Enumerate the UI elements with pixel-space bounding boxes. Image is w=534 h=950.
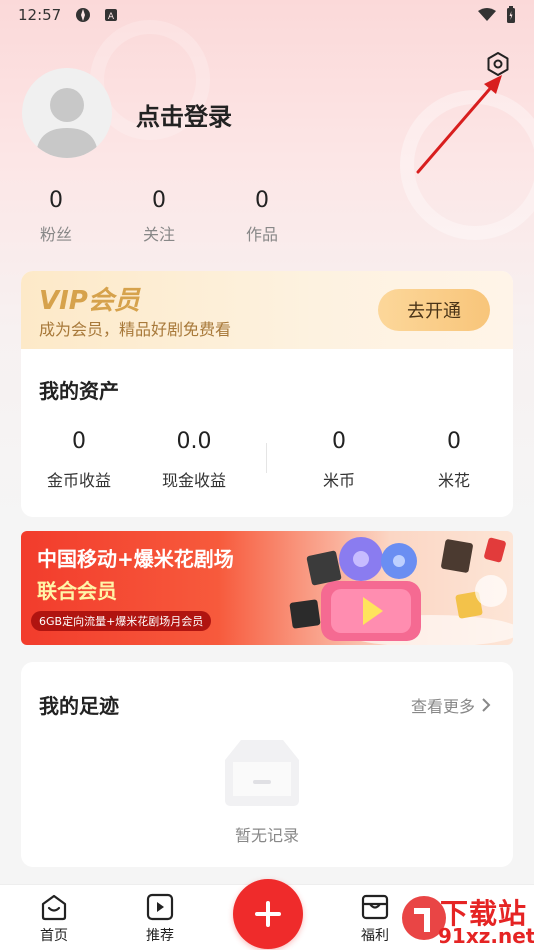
add-button[interactable]	[233, 879, 303, 949]
vip-banner[interactable]: VIP会员 成为会员，精品好剧免费看 去开通	[21, 271, 513, 349]
empty-box-icon	[225, 740, 299, 806]
vip-assets-card: VIP会员 成为会员，精品好剧免费看 去开通 我的资产 0 金币收益 0.0 现…	[21, 271, 513, 517]
status-bar: 12:57 A	[0, 0, 534, 30]
stat-fans[interactable]: 0 粉丝	[16, 185, 96, 245]
stat-following[interactable]: 0 关注	[119, 185, 199, 245]
tab-home[interactable]: 首页	[24, 893, 84, 945]
play-icon	[146, 893, 174, 921]
plus-icon	[255, 901, 281, 927]
stat-value: 0	[49, 188, 63, 213]
profile-stats: 0 粉丝 0 关注 0 作品	[0, 185, 320, 255]
stat-works[interactable]: 0 作品	[222, 185, 302, 245]
asset-cash-income[interactable]: 0.0 现金收益	[139, 427, 249, 491]
vip-title: VIP会员	[39, 286, 140, 316]
view-more-label: 查看更多	[410, 697, 475, 716]
stat-label: 粉丝	[39, 225, 72, 244]
stat-value: 0	[255, 188, 269, 213]
default-avatar-icon	[36, 88, 98, 158]
asset-label: 现金收益	[161, 471, 226, 490]
asset-label: 米币	[322, 471, 355, 490]
chevron-right-icon	[482, 698, 491, 712]
annotation-arrow	[416, 75, 502, 174]
film-projector-illustration	[289, 537, 513, 645]
asset-label: 金币收益	[46, 471, 111, 490]
gift-box-icon	[361, 894, 389, 920]
asset-coin-income[interactable]: 0 金币收益	[24, 427, 134, 491]
stat-label: 作品	[245, 225, 278, 244]
watermark-url: 91xz.net	[438, 924, 534, 948]
asset-value: 0	[72, 429, 86, 454]
asset-mi-coin[interactable]: 0 米币	[284, 427, 394, 491]
wifi-icon	[478, 8, 496, 21]
tab-recommend[interactable]: 推荐	[130, 893, 190, 945]
app-notification-icon	[76, 8, 91, 22]
footprint-title: 我的足迹	[39, 694, 119, 718]
login-prompt[interactable]: 点击登录	[136, 97, 232, 132]
stat-value: 0	[152, 188, 166, 213]
assets-title: 我的资产	[39, 379, 119, 403]
vip-activate-button[interactable]: 去开通	[378, 289, 490, 331]
asset-value: 0.0	[176, 429, 212, 454]
status-time: 12:57	[18, 6, 62, 24]
tab-home-label: 首页	[40, 928, 68, 944]
divider	[266, 443, 267, 473]
svg-text:A: A	[108, 12, 115, 22]
stat-label: 关注	[142, 225, 175, 244]
banner-offer-pill: 6GB定向流量+爆米花剧场月会员	[31, 611, 212, 631]
promo-banner[interactable]: 中国移动+爆米花剧场 联合会员 6GB定向流量+爆米花剧场月会员	[21, 531, 513, 645]
tab-recommend-label: 推荐	[146, 928, 174, 944]
asset-value: 0	[447, 429, 461, 454]
keyboard-notification-icon: A	[105, 9, 118, 22]
footprint-card: 我的足迹 查看更多 暂无记录	[21, 662, 513, 867]
asset-label: 米花	[437, 471, 470, 490]
asset-mi-flower[interactable]: 0 米花	[399, 427, 509, 491]
tab-welfare-label: 福利	[361, 928, 389, 944]
view-more-link[interactable]: 查看更多	[411, 693, 491, 717]
banner-headline: 中国移动+爆米花剧场	[37, 547, 234, 571]
asset-value: 0	[332, 429, 346, 454]
avatar[interactable]	[22, 68, 112, 158]
tab-welfare[interactable]: 福利	[345, 893, 405, 945]
vip-subtitle: 成为会员，精品好剧免费看	[39, 320, 232, 339]
empty-state-text: 暂无记录	[234, 826, 299, 845]
battery-icon	[507, 6, 515, 23]
home-icon	[41, 894, 67, 921]
banner-subheadline: 联合会员	[37, 579, 117, 603]
